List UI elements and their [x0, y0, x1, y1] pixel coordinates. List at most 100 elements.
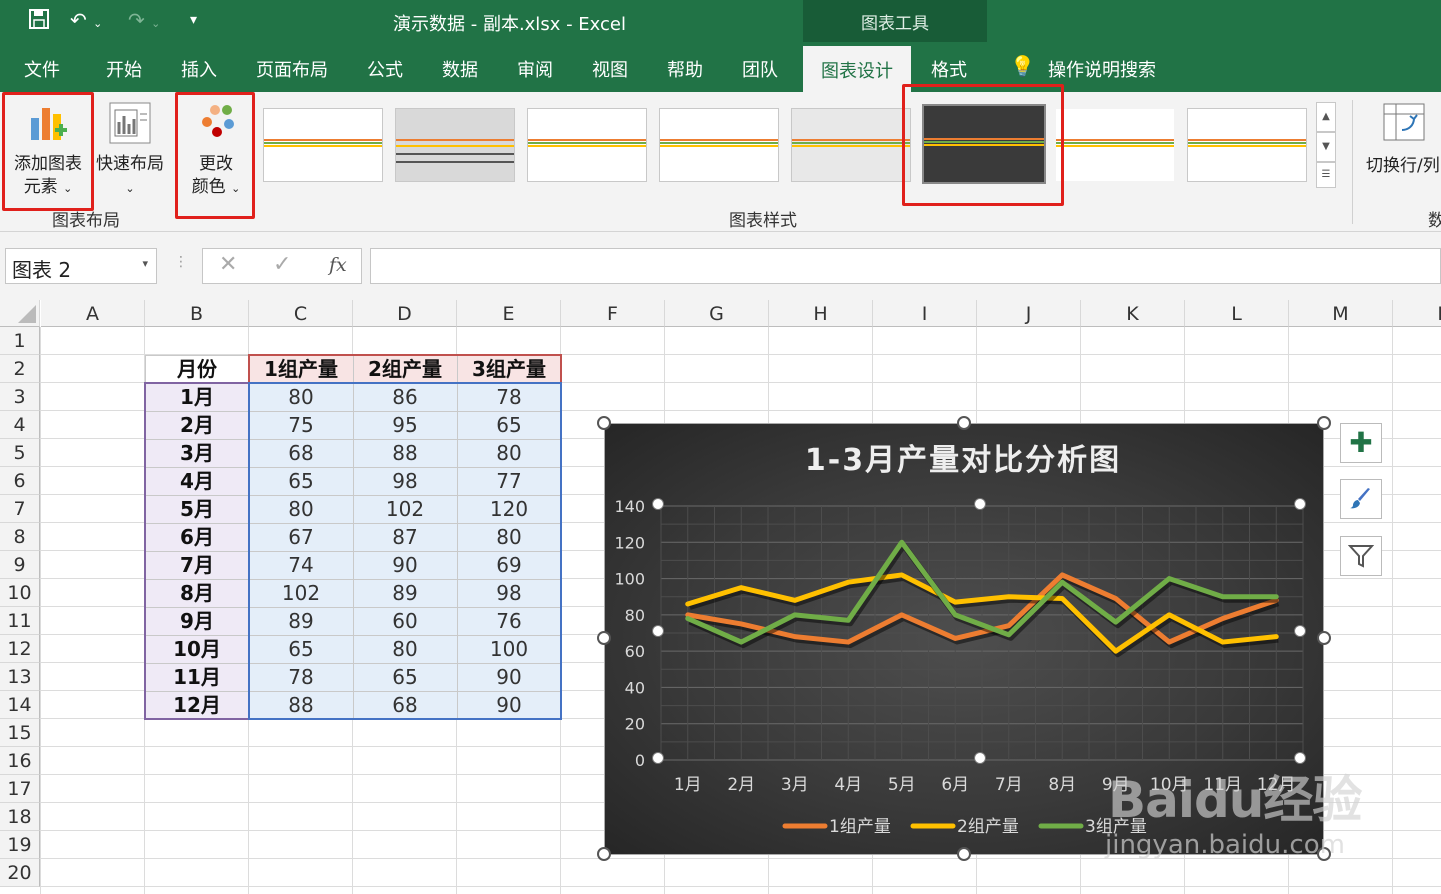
chart-resize-handle-tl[interactable]	[597, 416, 611, 430]
month-cell[interactable]: 7月	[145, 551, 249, 579]
month-cell[interactable]: 11月	[145, 663, 249, 691]
value-cell[interactable]: 98	[353, 467, 457, 495]
row-header-13[interactable]: 13	[0, 663, 40, 691]
row-header-17[interactable]: 17	[0, 775, 40, 803]
chart-style-2[interactable]	[395, 108, 515, 182]
value-cell[interactable]: 78	[457, 383, 561, 411]
column-header-j[interactable]: J	[977, 300, 1081, 327]
row-header-9[interactable]: 9	[0, 551, 40, 579]
value-cell[interactable]: 68	[353, 691, 457, 719]
value-cell[interactable]: 80	[353, 635, 457, 663]
table-header-cell[interactable]: 3组产量	[457, 355, 561, 383]
value-cell[interactable]: 80	[457, 439, 561, 467]
row-header-14[interactable]: 14	[0, 691, 40, 719]
tab-page-layout[interactable]: 页面布局	[256, 56, 328, 82]
month-cell[interactable]: 5月	[145, 495, 249, 523]
row-header-11[interactable]: 11	[0, 607, 40, 635]
chevron-down-icon[interactable]: ▾	[142, 257, 148, 270]
month-cell[interactable]: 12月	[145, 691, 249, 719]
tab-review[interactable]: 审阅	[517, 56, 553, 82]
chart-resize-handle-tr[interactable]	[1317, 416, 1331, 430]
chart-filters-button[interactable]	[1340, 536, 1382, 576]
column-header-a[interactable]: A	[41, 300, 145, 327]
value-cell[interactable]: 65	[353, 663, 457, 691]
chart-style-7[interactable]	[1055, 108, 1175, 182]
tab-home[interactable]: 开始	[106, 56, 142, 82]
insert-function-icon[interactable]: fx	[329, 254, 347, 276]
chart-style-8[interactable]	[1187, 108, 1307, 182]
month-cell[interactable]: 10月	[145, 635, 249, 663]
chart-resize-handle-t[interactable]	[957, 416, 971, 430]
switch-row-column-button[interactable]: 切换行/列	[1366, 102, 1441, 178]
month-cell[interactable]: 4月	[145, 467, 249, 495]
chart-resize-handle-bl[interactable]	[597, 847, 611, 861]
styles-scroll-up-button[interactable]: ▲	[1316, 102, 1336, 132]
tab-team[interactable]: 团队	[742, 56, 778, 82]
plot-area-handle-tr[interactable]	[1294, 498, 1306, 510]
value-cell[interactable]: 80	[457, 523, 561, 551]
value-cell[interactable]: 87	[353, 523, 457, 551]
tab-help[interactable]: 帮助	[667, 56, 703, 82]
chart-styles-brush-button[interactable]	[1340, 479, 1382, 519]
column-header-f[interactable]: F	[561, 300, 665, 327]
value-cell[interactable]: 89	[249, 607, 353, 635]
chart-elements-plus-button[interactable]: ✚	[1340, 423, 1382, 463]
table-header-cell[interactable]: 1组产量	[249, 355, 353, 383]
value-cell[interactable]: 80	[249, 383, 353, 411]
row-header-16[interactable]: 16	[0, 747, 40, 775]
plot-area-handle-bl[interactable]	[652, 752, 664, 764]
value-cell[interactable]: 100	[457, 635, 561, 663]
tab-view[interactable]: 视图	[592, 56, 628, 82]
value-cell[interactable]: 65	[249, 635, 353, 663]
row-header-19[interactable]: 19	[0, 831, 40, 859]
month-cell[interactable]: 3月	[145, 439, 249, 467]
value-cell[interactable]: 88	[353, 439, 457, 467]
tab-format[interactable]: 格式	[931, 56, 967, 82]
column-header-m[interactable]: M	[1289, 300, 1393, 327]
value-cell[interactable]: 65	[249, 467, 353, 495]
value-cell[interactable]: 75	[249, 411, 353, 439]
styles-more-button[interactable]: ☰	[1316, 162, 1336, 188]
row-header-5[interactable]: 5	[0, 439, 40, 467]
value-cell[interactable]: 102	[353, 495, 457, 523]
column-header-g[interactable]: G	[665, 300, 769, 327]
month-cell[interactable]: 9月	[145, 607, 249, 635]
tell-me-search[interactable]: 操作说明搜索	[1048, 56, 1156, 82]
table-header-cell[interactable]: 月份	[145, 355, 249, 383]
save-icon[interactable]	[28, 8, 50, 35]
value-cell[interactable]: 60	[353, 607, 457, 635]
value-cell[interactable]: 88	[249, 691, 353, 719]
value-cell[interactable]: 89	[353, 579, 457, 607]
chart-resize-handle-r[interactable]	[1317, 631, 1331, 645]
row-header-1[interactable]: 1	[0, 327, 40, 355]
table-header-cell[interactable]: 2组产量	[353, 355, 457, 383]
tab-file[interactable]: 文件	[24, 56, 60, 82]
value-cell[interactable]: 68	[249, 439, 353, 467]
value-cell[interactable]: 69	[457, 551, 561, 579]
row-header-4[interactable]: 4	[0, 411, 40, 439]
chart-title[interactable]: 1-3月产量对比分析图	[805, 443, 1121, 478]
value-cell[interactable]: 78	[249, 663, 353, 691]
column-header-b[interactable]: B	[145, 300, 249, 327]
value-cell[interactable]: 90	[457, 663, 561, 691]
value-cell[interactable]: 77	[457, 467, 561, 495]
chart-style-1[interactable]	[263, 108, 383, 182]
tab-data[interactable]: 数据	[442, 56, 478, 82]
customize-qat-icon[interactable]: ▾	[190, 12, 197, 28]
chart-style-4[interactable]	[659, 108, 779, 182]
chart-style-5[interactable]	[791, 108, 911, 182]
value-cell[interactable]: 76	[457, 607, 561, 635]
formula-input[interactable]	[370, 248, 1441, 284]
plot-area-handle-l[interactable]	[652, 625, 664, 637]
value-cell[interactable]: 90	[353, 551, 457, 579]
column-header-d[interactable]: D	[353, 300, 457, 327]
plot-area-handle-b[interactable]	[974, 752, 986, 764]
tab-chart-design[interactable]: 图表设计	[803, 46, 911, 92]
plot-area-handle-tl[interactable]	[652, 498, 664, 510]
name-box[interactable]: 图表 2 ▾	[5, 248, 157, 284]
row-header-2[interactable]: 2	[0, 355, 40, 383]
value-cell[interactable]: 65	[457, 411, 561, 439]
row-header-10[interactable]: 10	[0, 579, 40, 607]
value-cell[interactable]: 67	[249, 523, 353, 551]
month-cell[interactable]: 1月	[145, 383, 249, 411]
